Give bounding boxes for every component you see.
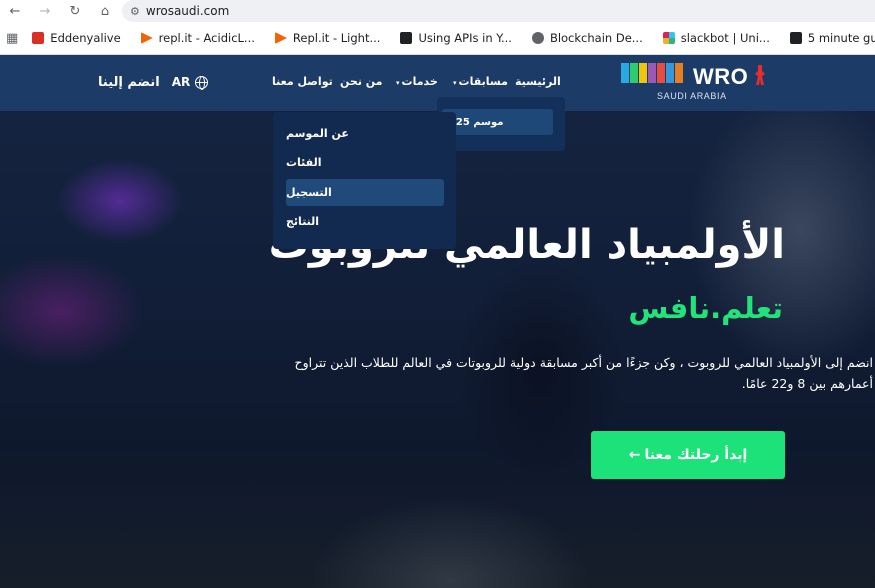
back-icon[interactable]: ← bbox=[0, 0, 30, 22]
dropdown-item-season[interactable]: موسم 2025 bbox=[442, 109, 553, 135]
bookmark-label: slackbot | Uni... bbox=[680, 31, 770, 45]
bookmark-label: Repl.it - Light... bbox=[292, 31, 381, 45]
bookmark-item[interactable]: Repl.it - Light... bbox=[274, 31, 381, 45]
bookmark-label: Eddenyalive bbox=[50, 31, 121, 45]
logo-subtitle: SAUDI ARABIA bbox=[657, 91, 727, 101]
submenu-item-results[interactable]: النتائج bbox=[286, 208, 444, 235]
bookmark-item[interactable]: slackbot | Uni... bbox=[662, 31, 770, 45]
url-text: wrosaudi.com bbox=[145, 4, 230, 18]
bookmark-item[interactable]: Using APIs in Y... bbox=[400, 31, 512, 45]
hero-description: انضم إلى الأولمبياد العالمي للروبوت ، وك… bbox=[113, 352, 873, 394]
nav-actions: انضم إلينا AR bbox=[98, 72, 209, 92]
arrow-left-icon: ← bbox=[628, 447, 641, 463]
bookmark-item[interactable]: repl.it - AcidicL... bbox=[140, 31, 255, 45]
bookmark-favicon-icon bbox=[32, 32, 45, 44]
bookmark-label: 5 minute guid... bbox=[807, 31, 875, 45]
submenu-item-registration[interactable]: التسجيل bbox=[286, 179, 444, 206]
chevron-down-icon: ▾ bbox=[396, 79, 400, 87]
bookmarks-bar: ▦ Eddenyalive repl.it - AcidicL... Repl.… bbox=[0, 22, 875, 55]
bookmark-item[interactable]: Eddenyalive bbox=[32, 31, 121, 45]
home-icon[interactable]: ⌂ bbox=[90, 0, 120, 22]
bookmark-label: Using APIs in Y... bbox=[418, 31, 512, 45]
address-bar[interactable]: ⚙ wrosaudi.com bbox=[122, 0, 875, 22]
bookmark-label: repl.it - AcidicL... bbox=[158, 31, 255, 45]
forward-icon[interactable]: → bbox=[30, 0, 60, 22]
cta-label: إبدأ رحلتك معنا bbox=[644, 447, 748, 463]
join-us-link[interactable]: انضم إلينا bbox=[98, 75, 160, 90]
chevron-down-icon: ▾ bbox=[453, 79, 457, 87]
bookmark-favicon-icon bbox=[274, 32, 287, 44]
submenu-item-about-season[interactable]: عن الموسم bbox=[286, 120, 444, 147]
bookmark-favicon-icon bbox=[662, 32, 675, 44]
nav-about[interactable]: من نحن bbox=[340, 75, 383, 88]
season-submenu: عن الموسم الفئات التسجيل النتائج bbox=[273, 112, 456, 249]
nav-services[interactable]: خدمات▾ bbox=[396, 75, 438, 88]
reload-icon[interactable]: ↻ bbox=[60, 0, 90, 22]
site-settings-icon[interactable]: ⚙ bbox=[130, 5, 140, 18]
nav-home[interactable]: الرئيسية bbox=[515, 75, 561, 88]
globe-icon[interactable] bbox=[195, 75, 209, 90]
nav-competitions-label: مسابقات bbox=[458, 75, 508, 88]
competitions-dropdown: موسم 2025 bbox=[437, 97, 565, 151]
nav-services-label: خدمات bbox=[401, 75, 438, 88]
bookmark-favicon-icon bbox=[789, 32, 802, 44]
start-journey-button[interactable]: إبدأ رحلتك معنا ← bbox=[591, 431, 785, 479]
browser-toolbar: ← → ↻ ⌂ ⚙ wrosaudi.com bbox=[0, 0, 875, 22]
bookmark-favicon-icon bbox=[140, 32, 153, 44]
hero-description-line: انضم إلى الأولمبياد العالمي للروبوت ، وك… bbox=[294, 355, 873, 370]
language-label[interactable]: AR bbox=[172, 75, 191, 89]
bookmark-favicon-icon bbox=[531, 32, 544, 44]
bookmark-favicon-icon bbox=[400, 32, 413, 44]
nav-competitions[interactable]: مسابقات▾ bbox=[453, 75, 508, 88]
bookmark-label: Blockchain De... bbox=[549, 31, 643, 45]
bookmark-item[interactable]: 5 minute guid... bbox=[789, 31, 875, 45]
website: WRO SAUDI ARABIA الرئيسية مسابقات▾ خدمات… bbox=[0, 55, 875, 588]
nav-contact[interactable]: تواصل معنا bbox=[272, 75, 333, 88]
submenu-item-categories[interactable]: الفئات bbox=[286, 149, 444, 176]
apps-grid-icon[interactable]: ▦ bbox=[6, 31, 18, 46]
hero-description-line: أعمارهم بين 8 و22 عامًا. bbox=[741, 376, 873, 391]
hero-tagline: تعلم.نافس bbox=[628, 291, 783, 325]
bookmark-item[interactable]: Blockchain De... bbox=[531, 31, 643, 45]
